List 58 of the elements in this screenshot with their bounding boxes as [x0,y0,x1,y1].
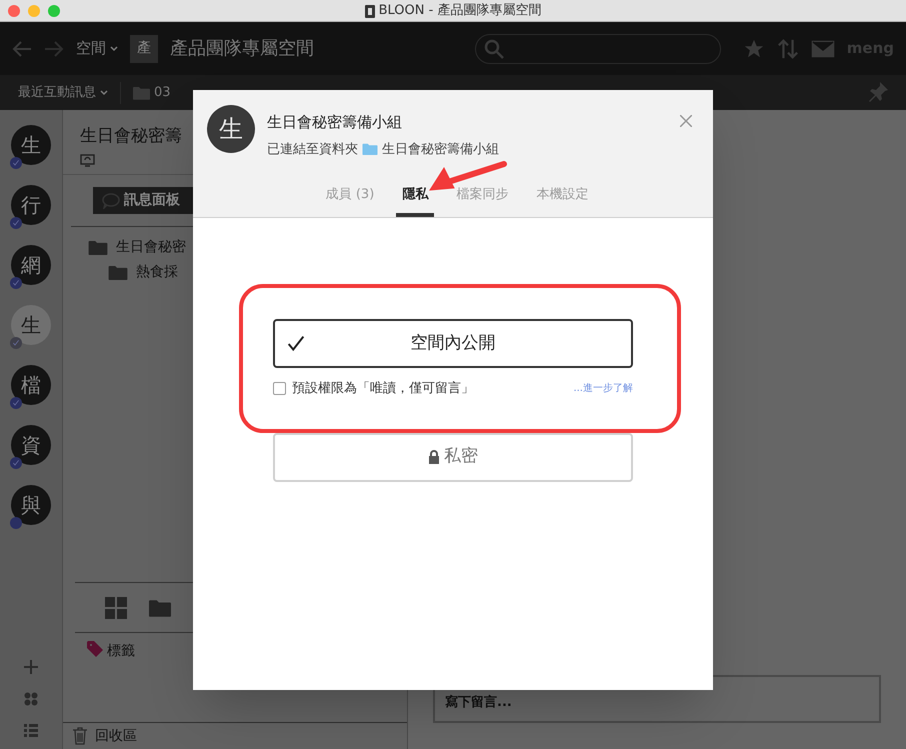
sync-screen-icon[interactable] [80,154,95,166]
space-avatar[interactable]: 生 [11,125,51,165]
recent-messages-menu[interactable]: 最近互動訊息 [18,82,96,102]
star-icon[interactable] [742,38,765,60]
linked-folder-label: 已連結至資料夾 [267,140,358,158]
folder-tab[interactable]: 03 [154,82,171,102]
folder-tree-item[interactable]: 熱食採 [136,262,178,283]
public-option-button[interactable]: 空間內公開 [273,319,633,368]
plus-icon[interactable] [24,660,38,674]
tag-icon [87,641,103,657]
space-avatar[interactable]: 生 [11,305,51,345]
zoom-window-button[interactable] [48,4,60,16]
folder-icon [362,143,378,156]
close-window-button[interactable] [8,4,20,16]
space-title: 生日會秘密籌 [80,125,182,148]
read-only-checkbox[interactable] [273,382,286,396]
pin-icon[interactable] [868,82,888,104]
back-arrow-icon[interactable] [12,40,32,58]
trash-icon[interactable] [73,727,87,745]
tags-label[interactable]: 標籤 [107,641,135,662]
sort-arrows-icon[interactable] [776,38,799,60]
close-icon[interactable] [680,115,692,127]
space-badge: 產 [130,34,158,62]
mail-icon[interactable] [810,40,835,58]
dialog-tab[interactable]: 成員 (3) [320,181,380,217]
folder-icon [149,598,171,616]
private-option-button[interactable]: 私密 [273,432,633,482]
dialog-tab[interactable]: 檔案同步 [450,181,514,217]
space-avatar[interactable]: 與 [11,485,51,525]
space-name: 產品團隊專屬空間 [170,37,314,61]
forward-arrow-icon[interactable] [44,40,64,58]
dialog-tab[interactable]: 本機設定 [530,181,594,217]
app-icon [364,4,375,18]
grid-view-icon[interactable] [105,596,127,618]
folder-icon [133,86,150,100]
window-title: BLOON - 產品團隊專屬空間 [378,2,542,20]
trash-label[interactable]: 回收區 [95,726,137,746]
space-avatar: 生 [207,105,255,153]
caret-icon [100,90,108,96]
minimize-window-button[interactable] [28,4,40,16]
lock-icon [428,450,440,464]
grid-icon[interactable] [24,692,38,706]
learn-more-link[interactable]: ...進一步了解 [573,381,633,396]
folder-icon [88,240,108,255]
space-avatar[interactable]: 行 [11,185,51,225]
space-menu[interactable]: 空間 [76,37,106,60]
caret-icon [110,46,118,52]
search-icon [484,38,504,58]
space-avatar[interactable]: 檔 [11,365,51,405]
list-icon[interactable] [24,724,38,737]
linked-folder-name[interactable]: 生日會秘密籌備小組 [382,140,499,159]
folder-tree-item[interactable]: 生日會秘密 [116,237,186,258]
folder-icon [108,265,128,280]
space-avatar[interactable]: 資 [11,425,51,465]
space-avatar[interactable]: 網 [11,245,51,285]
search-field[interactable] [474,34,721,64]
dialog-title: 生日會秘密籌備小組 [267,112,403,133]
read-only-label: 預設權限為「唯讀，僅可留言」 [292,380,474,398]
